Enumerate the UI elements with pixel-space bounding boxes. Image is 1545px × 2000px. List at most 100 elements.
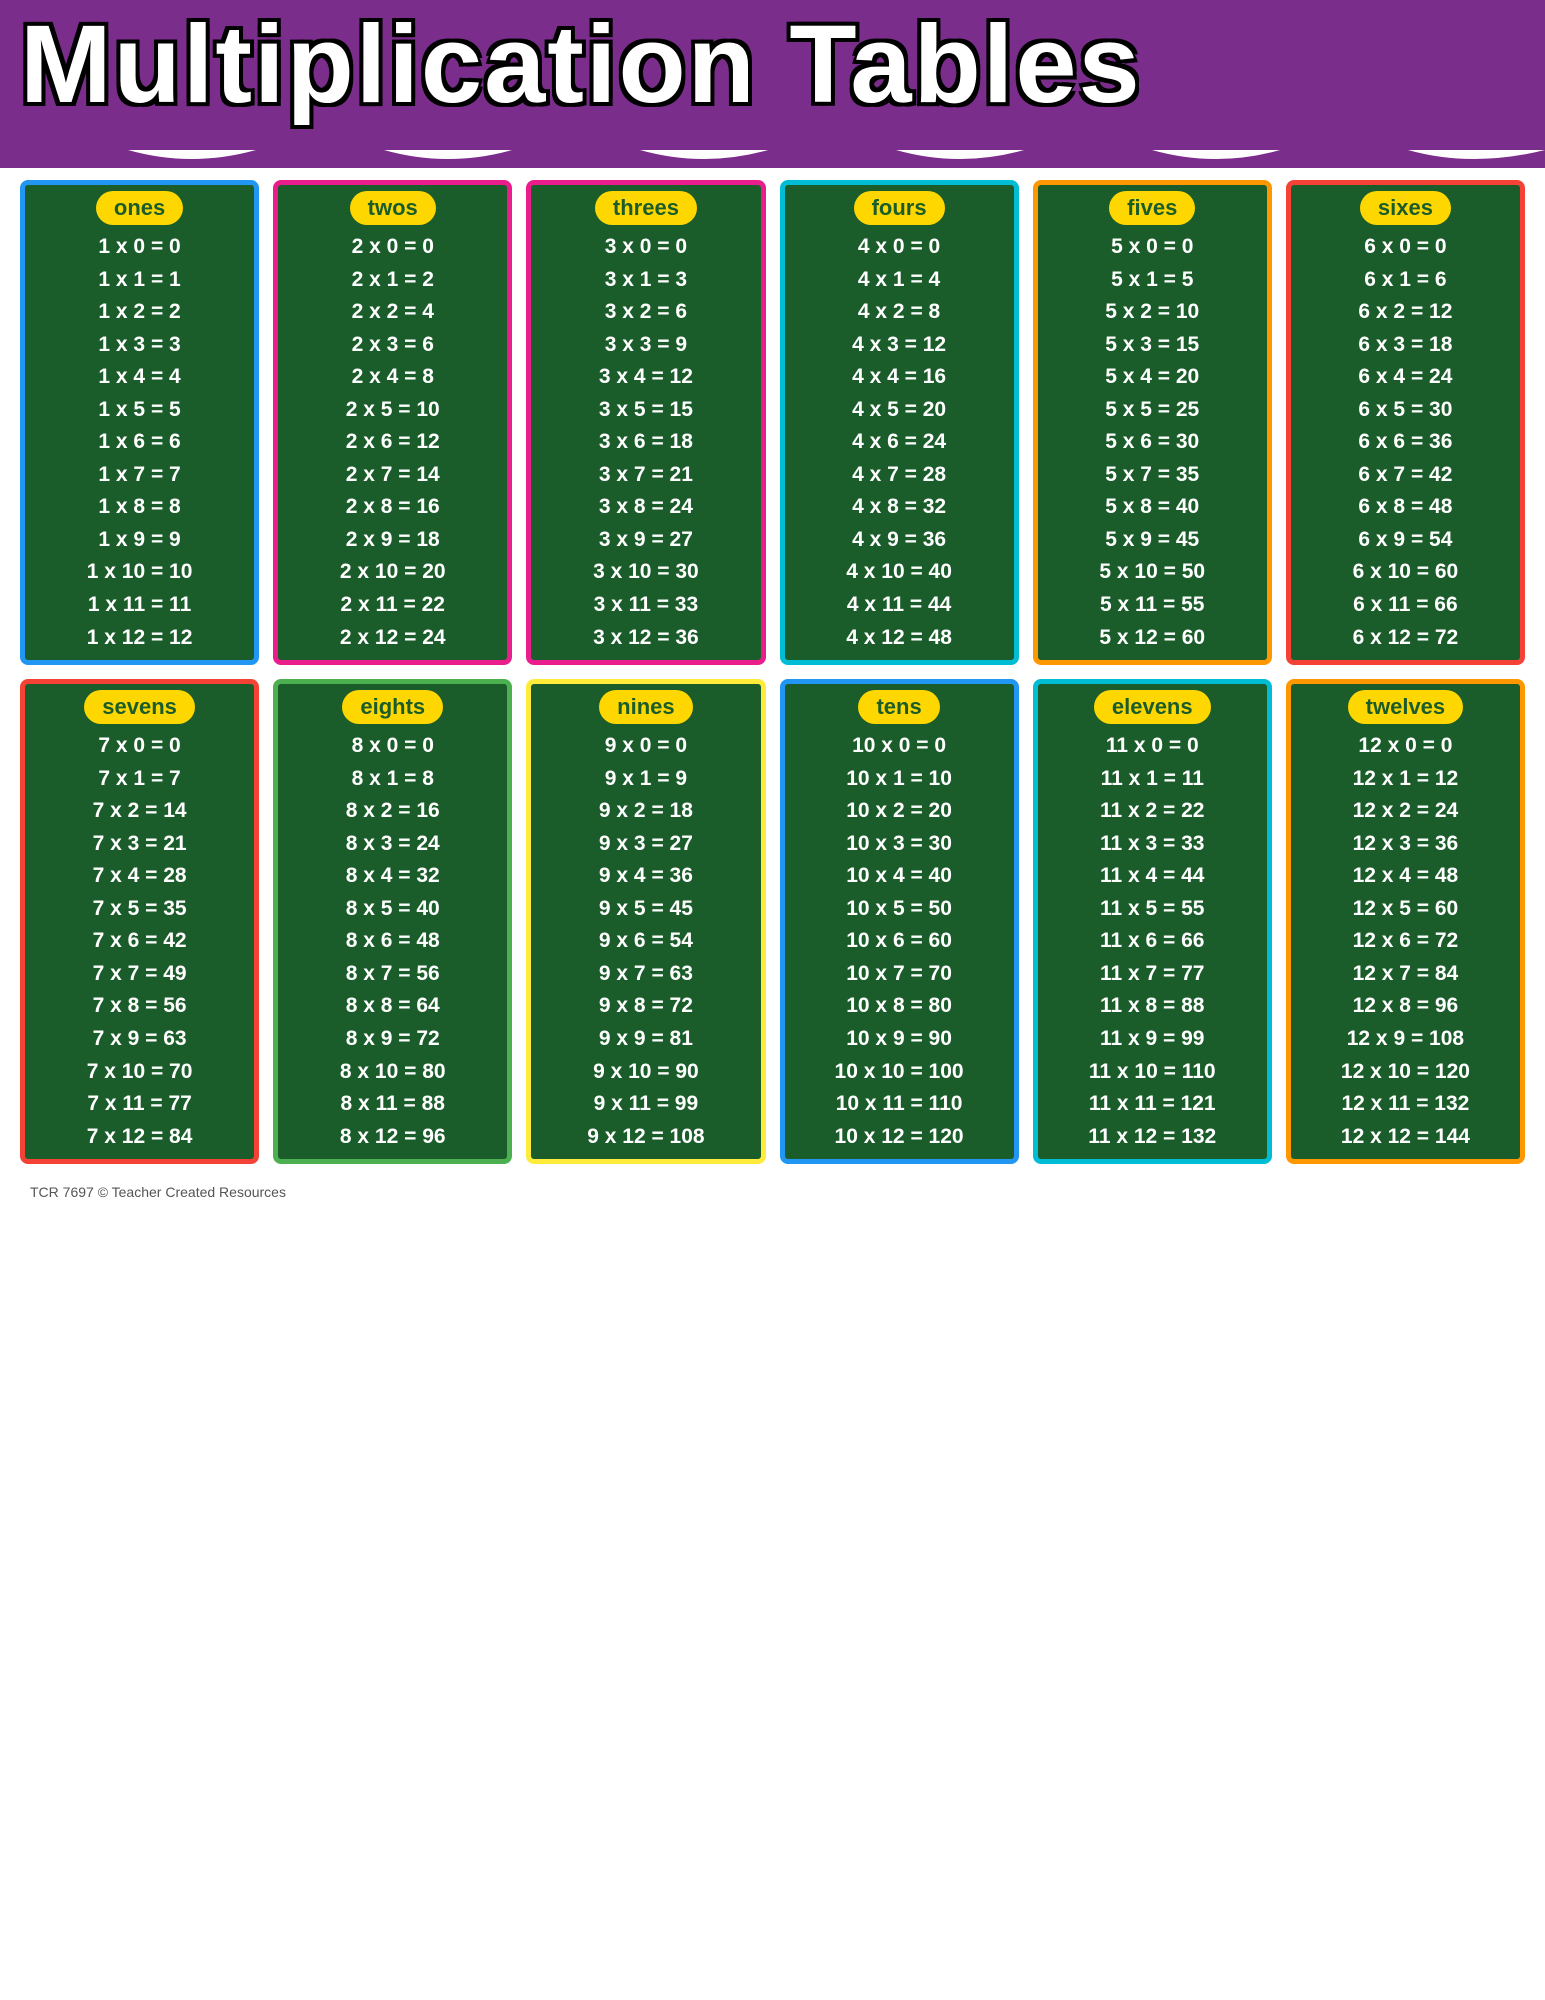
table-row: 2 x 5 = 10: [284, 394, 501, 427]
table-row: 5 x 12 = 60: [1044, 622, 1261, 655]
table-row: 10 x 9 = 90: [791, 1023, 1008, 1056]
table-row: 3 x 2 = 6: [537, 296, 754, 329]
table-row: 7 x 11 = 77: [31, 1088, 248, 1121]
tables-grid: ones1 x 0 = 01 x 1 = 11 x 2 = 21 x 3 = 3…: [20, 180, 1525, 1164]
table-row: 8 x 0 = 0: [284, 730, 501, 763]
wavy-divider: [0, 132, 1545, 168]
table-row: 7 x 6 = 42: [31, 925, 248, 958]
table-row: 6 x 0 = 0: [1297, 231, 1514, 264]
table-card-fives: fives5 x 0 = 05 x 1 = 55 x 2 = 105 x 3 =…: [1033, 180, 1272, 665]
table-row: 9 x 8 = 72: [537, 990, 754, 1023]
table-row: 2 x 3 = 6: [284, 329, 501, 362]
table-label-tens: tens: [858, 690, 939, 724]
page-title: Multiplication Tables: [20, 10, 1525, 120]
table-row: 2 x 6 = 12: [284, 426, 501, 459]
table-row: 9 x 0 = 0: [537, 730, 754, 763]
table-row: 10 x 4 = 40: [791, 860, 1008, 893]
table-row: 11 x 6 = 66: [1044, 925, 1261, 958]
table-row: 6 x 2 = 12: [1297, 296, 1514, 329]
table-row: 1 x 11 = 11: [31, 589, 248, 622]
table-row: 7 x 10 = 70: [31, 1056, 248, 1089]
table-row: 8 x 6 = 48: [284, 925, 501, 958]
table-row: 12 x 11 = 132: [1297, 1088, 1514, 1121]
table-row: 4 x 9 = 36: [791, 524, 1008, 557]
header: Multiplication Tables: [0, 0, 1545, 150]
table-row: 10 x 1 = 10: [791, 763, 1008, 796]
table-row: 1 x 2 = 2: [31, 296, 248, 329]
table-card-tens: tens10 x 0 = 010 x 1 = 1010 x 2 = 2010 x…: [780, 679, 1019, 1164]
table-row: 5 x 4 = 20: [1044, 361, 1261, 394]
table-row: 4 x 2 = 8: [791, 296, 1008, 329]
table-row: 10 x 3 = 30: [791, 828, 1008, 861]
table-card-elevens: elevens11 x 0 = 011 x 1 = 1111 x 2 = 221…: [1033, 679, 1272, 1164]
table-row: 11 x 1 = 11: [1044, 763, 1261, 796]
table-row: 5 x 11 = 55: [1044, 589, 1261, 622]
table-row: 3 x 11 = 33: [537, 589, 754, 622]
table-card-twelves: twelves12 x 0 = 012 x 1 = 1212 x 2 = 241…: [1286, 679, 1525, 1164]
table-row: 8 x 4 = 32: [284, 860, 501, 893]
table-row: 1 x 4 = 4: [31, 361, 248, 394]
table-row: 6 x 7 = 42: [1297, 459, 1514, 492]
table-row: 4 x 3 = 12: [791, 329, 1008, 362]
table-row: 8 x 1 = 8: [284, 763, 501, 796]
table-row: 12 x 5 = 60: [1297, 893, 1514, 926]
table-row: 1 x 1 = 1: [31, 264, 248, 297]
table-label-fives: fives: [1109, 191, 1195, 225]
table-row: 10 x 2 = 20: [791, 795, 1008, 828]
footer-text: TCR 7697 © Teacher Created Resources: [20, 1184, 1525, 1200]
table-row: 12 x 1 = 12: [1297, 763, 1514, 796]
table-row: 11 x 5 = 55: [1044, 893, 1261, 926]
table-row: 8 x 10 = 80: [284, 1056, 501, 1089]
table-card-sevens: sevens7 x 0 = 07 x 1 = 77 x 2 = 147 x 3 …: [20, 679, 259, 1164]
table-row: 8 x 9 = 72: [284, 1023, 501, 1056]
table-row: 12 x 12 = 144: [1297, 1121, 1514, 1154]
table-row: 9 x 10 = 90: [537, 1056, 754, 1089]
table-row: 9 x 6 = 54: [537, 925, 754, 958]
table-row: 7 x 1 = 7: [31, 763, 248, 796]
table-row: 1 x 12 = 12: [31, 622, 248, 655]
table-row: 3 x 4 = 12: [537, 361, 754, 394]
table-row: 11 x 11 = 121: [1044, 1088, 1261, 1121]
table-row: 7 x 3 = 21: [31, 828, 248, 861]
table-row: 2 x 2 = 4: [284, 296, 501, 329]
table-row: 4 x 8 = 32: [791, 491, 1008, 524]
table-row: 3 x 6 = 18: [537, 426, 754, 459]
table-row: 1 x 8 = 8: [31, 491, 248, 524]
table-row: 7 x 7 = 49: [31, 958, 248, 991]
table-label-elevens: elevens: [1094, 690, 1211, 724]
table-row: 8 x 5 = 40: [284, 893, 501, 926]
table-row: 8 x 11 = 88: [284, 1088, 501, 1121]
table-row: 7 x 0 = 0: [31, 730, 248, 763]
table-row: 6 x 8 = 48: [1297, 491, 1514, 524]
table-row: 12 x 0 = 0: [1297, 730, 1514, 763]
table-row: 1 x 0 = 0: [31, 231, 248, 264]
table-row: 4 x 6 = 24: [791, 426, 1008, 459]
table-row: 10 x 10 = 100: [791, 1056, 1008, 1089]
table-row: 9 x 4 = 36: [537, 860, 754, 893]
table-row: 9 x 11 = 99: [537, 1088, 754, 1121]
table-row: 8 x 8 = 64: [284, 990, 501, 1023]
table-row: 4 x 5 = 20: [791, 394, 1008, 427]
table-label-ones: ones: [96, 191, 183, 225]
table-row: 12 x 10 = 120: [1297, 1056, 1514, 1089]
table-row: 10 x 8 = 80: [791, 990, 1008, 1023]
table-row: 8 x 12 = 96: [284, 1121, 501, 1154]
table-row: 2 x 4 = 8: [284, 361, 501, 394]
table-row: 3 x 10 = 30: [537, 556, 754, 589]
table-row: 6 x 9 = 54: [1297, 524, 1514, 557]
table-row: 3 x 8 = 24: [537, 491, 754, 524]
table-row: 5 x 3 = 15: [1044, 329, 1261, 362]
table-row: 12 x 8 = 96: [1297, 990, 1514, 1023]
table-row: 9 x 9 = 81: [537, 1023, 754, 1056]
table-row: 9 x 2 = 18: [537, 795, 754, 828]
main-content: ones1 x 0 = 01 x 1 = 11 x 2 = 21 x 3 = 3…: [0, 150, 1545, 1220]
table-row: 7 x 2 = 14: [31, 795, 248, 828]
table-row: 12 x 4 = 48: [1297, 860, 1514, 893]
table-row: 2 x 9 = 18: [284, 524, 501, 557]
table-row: 1 x 9 = 9: [31, 524, 248, 557]
table-row: 9 x 1 = 9: [537, 763, 754, 796]
table-row: 2 x 1 = 2: [284, 264, 501, 297]
table-row: 5 x 5 = 25: [1044, 394, 1261, 427]
table-row: 1 x 6 = 6: [31, 426, 248, 459]
table-label-twelves: twelves: [1348, 690, 1464, 724]
